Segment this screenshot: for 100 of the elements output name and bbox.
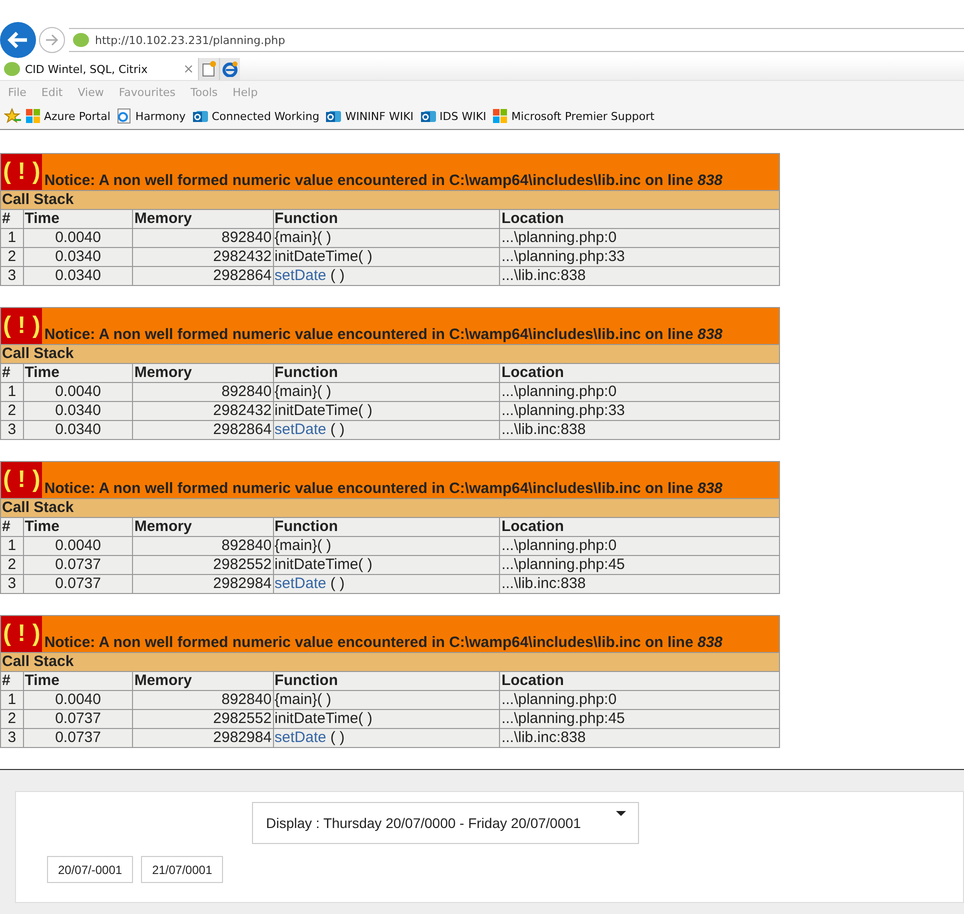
function-link[interactable]: setDate [274, 267, 326, 284]
table-cell: 892840 [132, 382, 274, 402]
function-link[interactable]: setDate [274, 575, 326, 592]
sharepoint-icon [192, 108, 208, 124]
column-header: # [0, 210, 24, 228]
column-header: # [0, 672, 24, 690]
display-dropdown[interactable]: Display : Thursday 20/07/0000 - Friday 20/07/0001 [252, 802, 639, 844]
favourite-link[interactable]: Connected Working [192, 108, 320, 124]
date-button[interactable]: 21/07/0001 [141, 856, 224, 883]
table-cell: 1 [0, 536, 24, 556]
table-cell: 0.0340 [23, 266, 133, 286]
table-cell: ...\planning.php:0 [500, 536, 780, 556]
column-header: Location [500, 210, 780, 228]
call-stack-heading: Call Stack [0, 190, 780, 210]
function-args: ( ) [329, 575, 345, 592]
table-cell: ...\planning.php:45 [500, 556, 780, 574]
column-header: Location [500, 518, 780, 536]
table-cell: 0.0340 [23, 248, 133, 266]
table-cell: 0.0340 [23, 420, 133, 440]
table-cell: ...\planning.php:33 [500, 402, 780, 420]
table-cell: 1 [0, 690, 24, 710]
warning-badge: ( ! ) [1, 616, 42, 652]
function-args: ( ) [329, 267, 345, 284]
table-cell: 2 [0, 248, 24, 266]
call-stack-heading: Call Stack [0, 652, 780, 672]
table-cell: 2 [0, 556, 24, 574]
column-header: Location [500, 672, 780, 690]
favourite-link[interactable]: IDS WIKI [420, 108, 486, 124]
table-cell: 0.0737 [23, 710, 133, 728]
function-link[interactable]: setDate [274, 729, 326, 746]
table-cell: 0.0737 [23, 574, 133, 594]
favourite-link[interactable]: WININF WIKI [326, 108, 414, 124]
table-cell: 3 [0, 420, 24, 440]
table-cell: 2982984 [132, 728, 274, 748]
function-name: {main}( ) [274, 691, 332, 708]
new-tab-button[interactable] [198, 58, 219, 80]
function-name: {main}( ) [274, 383, 332, 400]
table-cell: 2982432 [132, 402, 274, 420]
favourite-link[interactable]: Microsoft Premier Support [493, 109, 654, 123]
table-cell: ...\planning.php:0 [500, 228, 780, 248]
column-header: Function [273, 210, 500, 228]
address-bar[interactable]: http://10.102.23.231/planning.php [69, 28, 964, 52]
table-cell: 3 [0, 574, 24, 594]
column-header: Time [23, 210, 133, 228]
edge-button[interactable] [219, 58, 240, 80]
table-cell: ...\planning.php:0 [500, 690, 780, 710]
table-cell: 2982864 [132, 420, 274, 440]
table-cell: 2982552 [132, 710, 274, 728]
table-cell: 2 [0, 402, 24, 420]
sharepoint-icon [420, 108, 436, 124]
site-logo-icon [4, 62, 20, 76]
table-cell: ...\lib.inc:838 [500, 574, 780, 594]
close-tab-button[interactable]: × [183, 62, 194, 76]
function-args: ( ) [329, 421, 345, 438]
function-name: initDateTime( ) [274, 556, 372, 573]
favourite-link[interactable]: Harmony [117, 108, 186, 124]
date-button[interactable]: 20/07/-0001 [47, 856, 134, 883]
site-logo-icon [73, 33, 89, 47]
favourites-star-icon[interactable] [4, 108, 22, 124]
table-cell: ...\planning.php:0 [500, 382, 780, 402]
function-link[interactable]: setDate [274, 421, 326, 438]
table-cell: 892840 [132, 536, 274, 556]
column-header: Time [23, 672, 133, 690]
notice-message: Notice: A non well formed numeric value encountered in C:\wamp64\includes\lib.inc on line 838 [43, 634, 723, 651]
table-cell: 0.0737 [23, 728, 133, 748]
function-name: initDateTime( ) [274, 248, 372, 265]
column-header: # [0, 364, 24, 382]
warning-badge: ( ! ) [1, 154, 42, 190]
table-cell: 892840 [132, 228, 274, 248]
table-cell: 2982864 [132, 266, 274, 286]
caret-icon [616, 811, 626, 817]
column-header: Function [273, 672, 500, 690]
column-header: Time [23, 518, 133, 536]
column-header: # [0, 518, 24, 536]
favourite-link[interactable]: Azure Portal [26, 109, 110, 123]
function-name: initDateTime( ) [274, 402, 372, 419]
table-cell: 0.0040 [23, 690, 133, 710]
table-cell: ...\lib.inc:838 [500, 728, 780, 748]
table-cell: 2982432 [132, 248, 274, 266]
column-header: Function [273, 518, 500, 536]
function-name: {main}( ) [274, 229, 332, 246]
column-header: Time [23, 364, 133, 382]
notice-message: Notice: A non well formed numeric value encountered in C:\wamp64\includes\lib.inc on line 838 [43, 480, 723, 497]
column-header: Memory [132, 672, 274, 690]
table-cell: ...\lib.inc:838 [500, 266, 780, 286]
table-cell: 892840 [132, 690, 274, 710]
arrow-right-icon [45, 34, 59, 46]
column-header: Memory [132, 210, 274, 228]
warning-badge: ( ! ) [1, 308, 42, 344]
table-cell: 2982552 [132, 556, 274, 574]
forward-button[interactable] [39, 27, 65, 53]
notice-message: Notice: A non well formed numeric value encountered in C:\wamp64\includes\lib.inc on line 838 [43, 172, 723, 189]
windows-icon [26, 109, 40, 123]
call-stack-heading: Call Stack [0, 344, 780, 364]
table-cell: 0.0737 [23, 556, 133, 574]
back-button[interactable] [0, 22, 36, 58]
function-name: {main}( ) [274, 537, 332, 554]
windows-icon [493, 109, 508, 123]
function-name: initDateTime( ) [274, 710, 372, 727]
call-stack-heading: Call Stack [0, 498, 780, 518]
